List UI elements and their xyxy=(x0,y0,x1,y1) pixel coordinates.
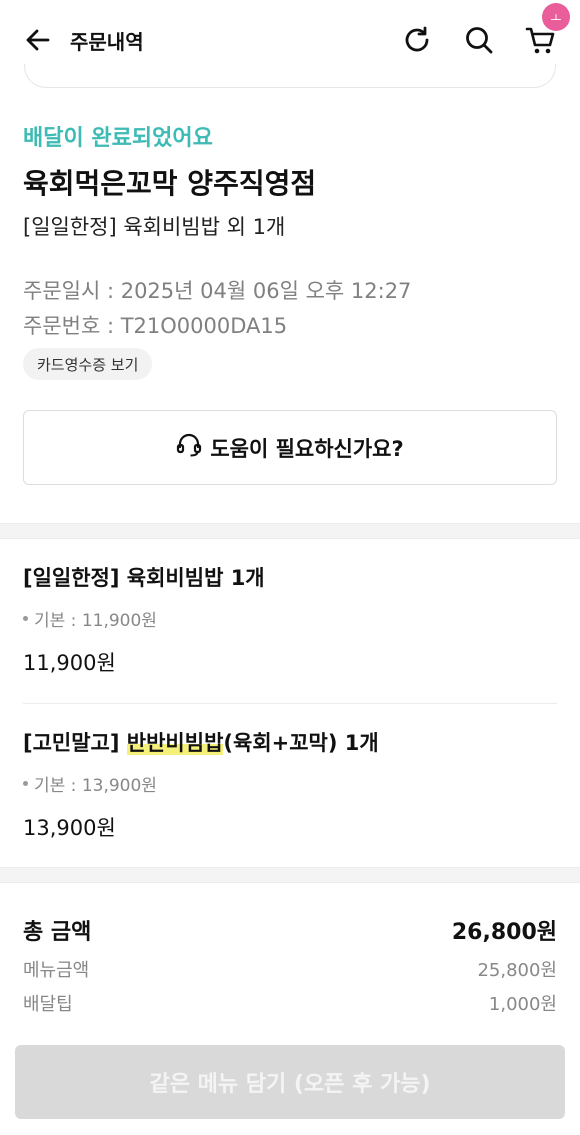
section-divider xyxy=(0,867,580,883)
item-option: 기본 : 13,900원 xyxy=(23,771,557,796)
order-item: [고민말고] 반반비빔밥(육회+꼬막) 1개 기본 : 13,900원 13,9… xyxy=(23,727,557,842)
item-name: [일일한정] 육회비빔밥 1개 xyxy=(23,566,265,590)
cart-icon[interactable]: ㅗ xyxy=(524,3,570,57)
item-option: 기본 : 11,900원 xyxy=(23,606,557,631)
total-amount-row: 총 금액 26,800원 xyxy=(23,914,557,946)
delivery-tip-row: 배달팁 1,000원 xyxy=(23,990,557,1016)
bullet-icon xyxy=(23,781,28,786)
delivery-tip-label: 배달팁 xyxy=(23,994,73,1015)
store-name[interactable]: 육회먹은꼬막 양주직영점 xyxy=(23,162,316,202)
previous-card-edge xyxy=(24,64,556,88)
header-actions: ㅗ xyxy=(400,3,570,57)
order-number: 주문번호 : T21O0000DA15 xyxy=(23,314,288,338)
bullet-icon xyxy=(23,616,28,621)
delivery-status: 배달이 완료되었어요 xyxy=(23,126,213,151)
item-price: 11,900원 xyxy=(23,651,116,675)
back-arrow-icon[interactable] xyxy=(22,24,54,56)
cart-badge: ㅗ xyxy=(542,3,570,31)
page-title: 주문내역 xyxy=(70,29,144,54)
refresh-icon[interactable] xyxy=(400,23,434,57)
help-label: 도움이 필요하신가요? xyxy=(210,436,404,461)
card-receipt-button[interactable]: 카드영수증 보기 xyxy=(23,348,153,380)
help-button[interactable]: 도움이 필요하신가요? xyxy=(23,410,557,485)
search-icon[interactable] xyxy=(462,23,496,57)
total-value: 26,800원 xyxy=(451,920,557,945)
section-divider xyxy=(0,523,580,539)
menu-amount-value: 25,800원 xyxy=(477,960,557,981)
menu-amount-row: 메뉴금액 25,800원 xyxy=(23,956,557,982)
item-separator xyxy=(23,703,557,704)
delivery-tip-value: 1,000원 xyxy=(488,994,557,1015)
menu-amount-label: 메뉴금액 xyxy=(23,960,90,981)
order-datetime: 주문일시 : 2025년 04월 06일 오후 12:27 xyxy=(23,279,412,303)
item-price: 13,900원 xyxy=(23,816,116,840)
order-item: [일일한정] 육회비빔밥 1개 기본 : 11,900원 11,900원 xyxy=(23,562,557,677)
reorder-same-menu-button[interactable]: 같은 메뉴 담기 (오픈 후 가능) xyxy=(15,1045,565,1119)
item-name: [고민말고] 반반비빔밥(육회+꼬막) 1개 xyxy=(23,731,379,755)
highlighted-text: 반반비빔밥 xyxy=(126,731,224,755)
order-summary: [일일한정] 육회비빔밥 외 1개 xyxy=(23,215,286,239)
headset-icon xyxy=(176,433,202,462)
total-label: 총 금액 xyxy=(23,920,92,945)
